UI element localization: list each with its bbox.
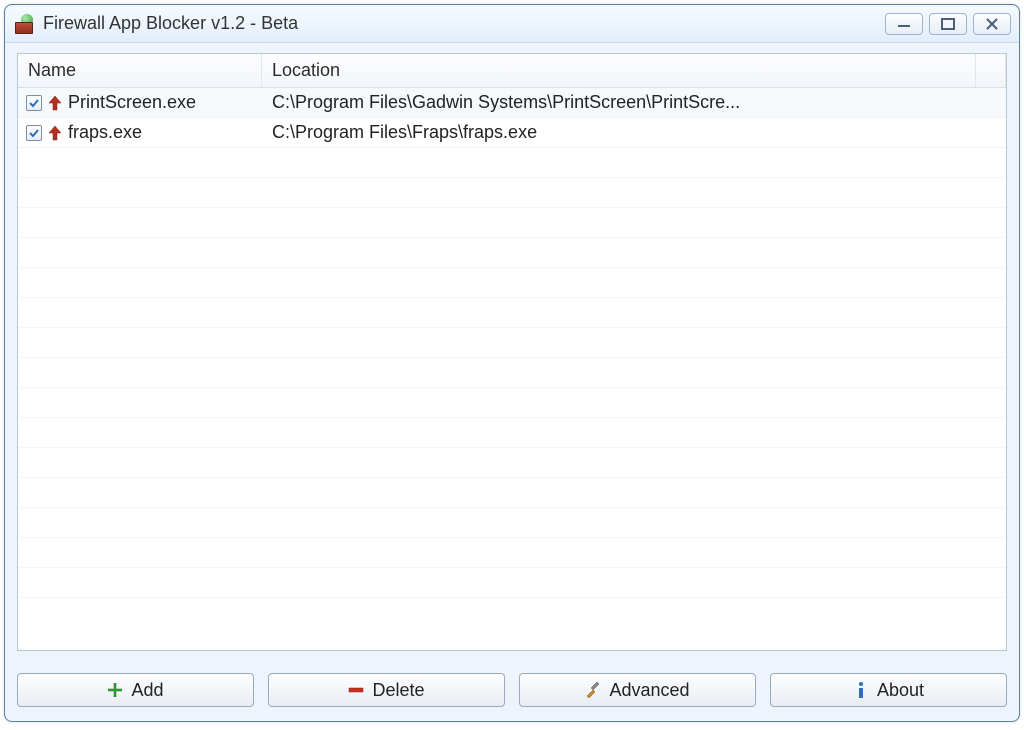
advanced-label: Advanced: [609, 680, 689, 701]
app-list: Name Location PrintScreen.exe C:\P: [17, 53, 1007, 651]
column-header-spacer: [976, 54, 1006, 87]
list-row[interactable]: fraps.exe C:\Program Files\Fraps\fraps.e…: [18, 118, 1006, 148]
column-header-location[interactable]: Location: [262, 54, 976, 87]
window-title: Firewall App Blocker v1.2 - Beta: [43, 13, 885, 34]
minimize-button[interactable]: [885, 13, 923, 35]
advanced-button[interactable]: Advanced: [519, 673, 756, 707]
minus-icon: [348, 682, 364, 698]
toolbar: Add Delete Advanced A: [5, 661, 1019, 721]
column-header-name[interactable]: Name: [18, 54, 262, 87]
list-body[interactable]: PrintScreen.exe C:\Program Files\Gadwin …: [18, 88, 1006, 650]
row-location: C:\Program Files\Fraps\fraps.exe: [262, 122, 1006, 143]
row-name: PrintScreen.exe: [68, 92, 196, 113]
tools-icon: [585, 682, 601, 698]
add-button[interactable]: Add: [17, 673, 254, 707]
app-window: Firewall App Blocker v1.2 - Beta Name Lo…: [4, 4, 1020, 722]
arrow-up-icon: [48, 95, 62, 111]
empty-rows: [18, 148, 1006, 598]
app-icon: [15, 14, 35, 34]
list-row[interactable]: PrintScreen.exe C:\Program Files\Gadwin …: [18, 88, 1006, 118]
delete-label: Delete: [372, 680, 424, 701]
row-location: C:\Program Files\Gadwin Systems\PrintScr…: [262, 92, 1006, 113]
row-checkbox[interactable]: [26, 125, 42, 141]
about-label: About: [877, 680, 924, 701]
info-icon: [853, 682, 869, 698]
plus-icon: [107, 682, 123, 698]
list-header: Name Location: [18, 54, 1006, 88]
row-name: fraps.exe: [68, 122, 142, 143]
close-button[interactable]: [973, 13, 1011, 35]
add-label: Add: [131, 680, 163, 701]
client-area: Name Location PrintScreen.exe C:\P: [5, 43, 1019, 661]
maximize-button[interactable]: [929, 13, 967, 35]
row-checkbox[interactable]: [26, 95, 42, 111]
window-controls: [885, 13, 1011, 35]
about-button[interactable]: About: [770, 673, 1007, 707]
titlebar[interactable]: Firewall App Blocker v1.2 - Beta: [5, 5, 1019, 43]
arrow-up-icon: [48, 125, 62, 141]
delete-button[interactable]: Delete: [268, 673, 505, 707]
